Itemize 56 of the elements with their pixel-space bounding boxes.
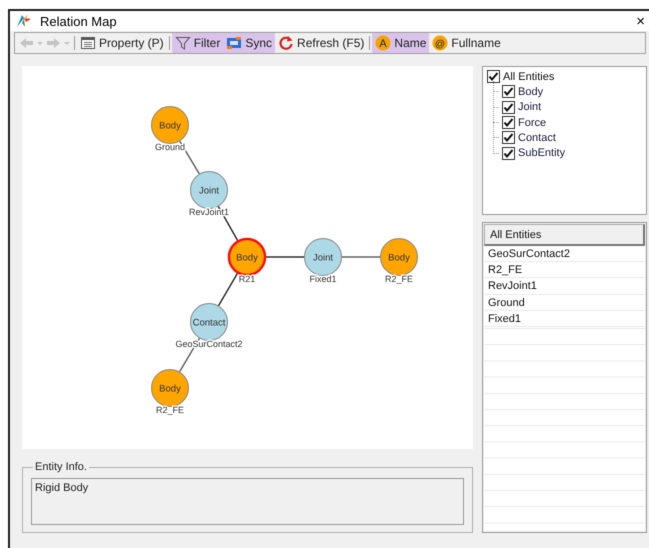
property-sheet-icon <box>80 35 96 51</box>
node-type-label: Body <box>159 384 181 394</box>
connector-line <box>342 256 380 258</box>
column-header[interactable]: All Entities <box>484 224 645 246</box>
checkbox[interactable] <box>502 131 515 144</box>
link-node[interactable] <box>190 171 228 209</box>
tree-item-label: SubEntity <box>518 147 566 160</box>
node-type-label: Joint <box>198 186 220 196</box>
checkbox[interactable] <box>502 146 515 160</box>
link-node[interactable] <box>304 238 342 276</box>
window-title: Relation Map <box>40 14 118 28</box>
node-type-label: Contact <box>192 318 226 328</box>
body-node[interactable] <box>228 238 266 276</box>
sync-button[interactable]: Sync <box>223 33 276 53</box>
node-name-label: R2_FE <box>385 274 413 284</box>
list-item[interactable]: GeoSurContact2 <box>488 246 570 262</box>
sync-icon <box>226 35 242 51</box>
tree-item-label: All Entities <box>503 70 554 83</box>
close-button[interactable]: × <box>636 12 649 30</box>
app-logo-icon <box>16 14 32 28</box>
property-button[interactable]: Property (P) <box>77 33 167 53</box>
funnel-icon <box>174 35 191 51</box>
tree-item-label: Joint <box>518 101 542 114</box>
at-sign-circle-icon: @ <box>432 35 448 51</box>
fullname-button[interactable]: @ Fullname <box>429 33 504 53</box>
node-type-label: Body <box>388 252 410 264</box>
connector-line <box>218 273 238 306</box>
refresh-icon <box>278 35 294 51</box>
filter-button[interactable]: Filter <box>172 33 224 53</box>
checkbox[interactable] <box>502 85 515 98</box>
body-node[interactable] <box>151 369 189 407</box>
list-item[interactable]: Fixed1 <box>488 310 522 327</box>
list-item[interactable]: Ground <box>488 294 525 311</box>
list-item[interactable]: R2_FE <box>488 262 522 278</box>
tree-item-label: Body <box>518 86 544 98</box>
tree-item-label: Force <box>518 116 546 129</box>
letter-circle-icon: A <box>375 35 392 51</box>
name-button[interactable]: A Name <box>372 33 430 53</box>
node-type-label: Joint <box>312 252 334 264</box>
checkbox[interactable] <box>502 116 515 130</box>
group-title: Entity Info. <box>34 461 88 473</box>
tree-item-label: Contact <box>518 132 556 144</box>
node-type-label: Body <box>159 120 181 132</box>
body-node[interactable] <box>151 106 189 144</box>
node-name-label: R2_FE <box>156 405 184 415</box>
refresh-button[interactable]: Refresh (F5) <box>275 33 368 53</box>
list-item[interactable]: RevJoint1 <box>488 278 537 294</box>
body-node[interactable] <box>380 238 418 276</box>
node-name-label: Fixed1 <box>310 274 336 284</box>
checkbox[interactable] <box>487 70 500 84</box>
checkbox[interactable] <box>502 100 515 114</box>
info-text-box: Rigid Body <box>31 478 464 525</box>
node-type-label: Body <box>236 252 258 264</box>
connector-line <box>266 256 304 258</box>
link-node[interactable] <box>190 303 228 341</box>
node-name-label: R21 <box>238 274 256 284</box>
